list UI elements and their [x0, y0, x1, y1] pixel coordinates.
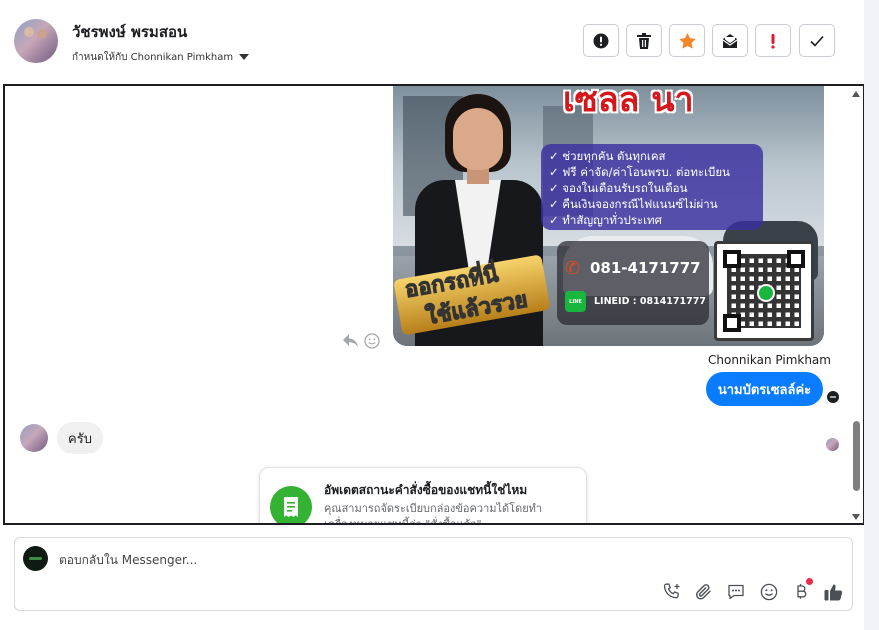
- new-feature-dot: [806, 578, 813, 585]
- contact-avatar[interactable]: [14, 19, 58, 63]
- conversation-header: วัชรพงษ์ พรมสอน กำหนดให้กับ Chonnikan Pi…: [0, 0, 864, 84]
- scroll-thumb[interactable]: [853, 421, 860, 491]
- delete-button[interactable]: [626, 24, 662, 57]
- window-edge: [864, 0, 879, 630]
- scroll-down-arrow-icon[interactable]: [852, 514, 860, 520]
- card-contact-box: ✆ 081-4171777 LINE LINEID : 0814171777: [557, 241, 709, 325]
- card-benefit: ✓ ทำสัญญาทั่วประเทศ: [549, 213, 662, 227]
- scroll-up-arrow-icon[interactable]: [852, 91, 860, 97]
- priority-button[interactable]: [755, 24, 791, 57]
- caret-down-icon: [239, 54, 250, 60]
- mail-icon: [722, 33, 738, 48]
- thread-scrollbar[interactable]: [850, 86, 863, 523]
- outgoing-message-bubble[interactable]: นามบัตรเซลล์ค่ะ: [706, 372, 823, 406]
- message-thread[interactable]: เซลล นา ✓ ช่วยทุกคัน ดันทุกเคส ✓ ฟรี ค่า…: [3, 84, 865, 525]
- card-benefits-box: ✓ ช่วยทุกคัน ดันทุกเคส ✓ ฟรี ค่าจัด/ค่าโ…: [541, 144, 763, 230]
- contact-avatar-small[interactable]: [20, 424, 48, 452]
- exclamation-icon: [771, 33, 775, 49]
- sender-name: Chonnikan Pimkham: [708, 353, 831, 367]
- check-icon: [810, 35, 824, 47]
- add-call-button[interactable]: [661, 581, 683, 603]
- react-smiley-icon[interactable]: [364, 333, 380, 349]
- send-like-button[interactable]: [822, 581, 844, 603]
- card-phone: 081-4171777: [590, 259, 701, 277]
- read-receipt-avatar: [826, 438, 839, 451]
- suggestion-body: คุณสามารถจัดระเบียบกล่องข้อความได้โดยทำเ…: [324, 502, 543, 525]
- incoming-message-bubble[interactable]: ครับ: [57, 422, 103, 454]
- phone-add-icon: [663, 583, 679, 599]
- reply-icon[interactable]: [343, 334, 358, 348]
- assigned-dropdown[interactable]: กำหนดให้กับ Chonnikan Pimkham: [72, 50, 250, 65]
- seen-indicator-avatar: [827, 391, 839, 403]
- suggestion-title: อัพเดตสถานะคำสั่งซื้อของแชทนี้ใช่ไหม: [324, 483, 528, 497]
- phone-icon: ✆: [565, 258, 581, 279]
- attach-file-button[interactable]: [693, 581, 715, 603]
- chat-bubble-icon: [728, 584, 744, 600]
- baht-icon: [797, 584, 807, 599]
- follow-up-star-button[interactable]: [669, 24, 705, 57]
- star-icon: [678, 32, 696, 49]
- saved-replies-button[interactable]: [725, 581, 747, 603]
- paperclip-icon: [696, 584, 711, 600]
- page-avatar: [23, 546, 48, 571]
- trash-icon: [637, 32, 651, 49]
- thumbs-up-icon: [824, 584, 842, 601]
- business-card-image[interactable]: เซลล นา ✓ ช่วยทุกคัน ดันทุกเคส ✓ ฟรี ค่า…: [393, 86, 824, 346]
- emoji-button[interactable]: [758, 581, 780, 603]
- line-logo-icon: [757, 284, 775, 302]
- qr-code: [714, 241, 814, 341]
- mark-done-button[interactable]: [799, 24, 835, 57]
- reply-input[interactable]: [59, 551, 659, 569]
- assigned-label: กำหนดให้กับ Chonnikan Pimkham: [72, 52, 234, 63]
- order-status-suggestion-card[interactable]: อัพเดตสถานะคำสั่งซื้อของแชทนี้ใช่ไหม คุณ…: [259, 467, 587, 525]
- mark-spam-button[interactable]: [583, 24, 619, 57]
- card-headline: เซลล นา: [563, 86, 694, 120]
- smiley-icon: [760, 583, 778, 601]
- reply-composer: [14, 537, 853, 611]
- receipt-icon: [270, 486, 312, 523]
- alert-circle-icon: [593, 33, 609, 48]
- contact-name[interactable]: วัชรพงษ์ พรมสอน: [72, 20, 187, 44]
- inbox-conversation-panel: วัชรพงษ์ พรมสอน กำหนดให้กับ Chonnikan Pi…: [0, 0, 865, 630]
- card-line-id: LINEID : 0814171777: [594, 296, 706, 307]
- line-logo-icon: LINE: [565, 291, 586, 312]
- mark-unread-button[interactable]: [712, 24, 748, 57]
